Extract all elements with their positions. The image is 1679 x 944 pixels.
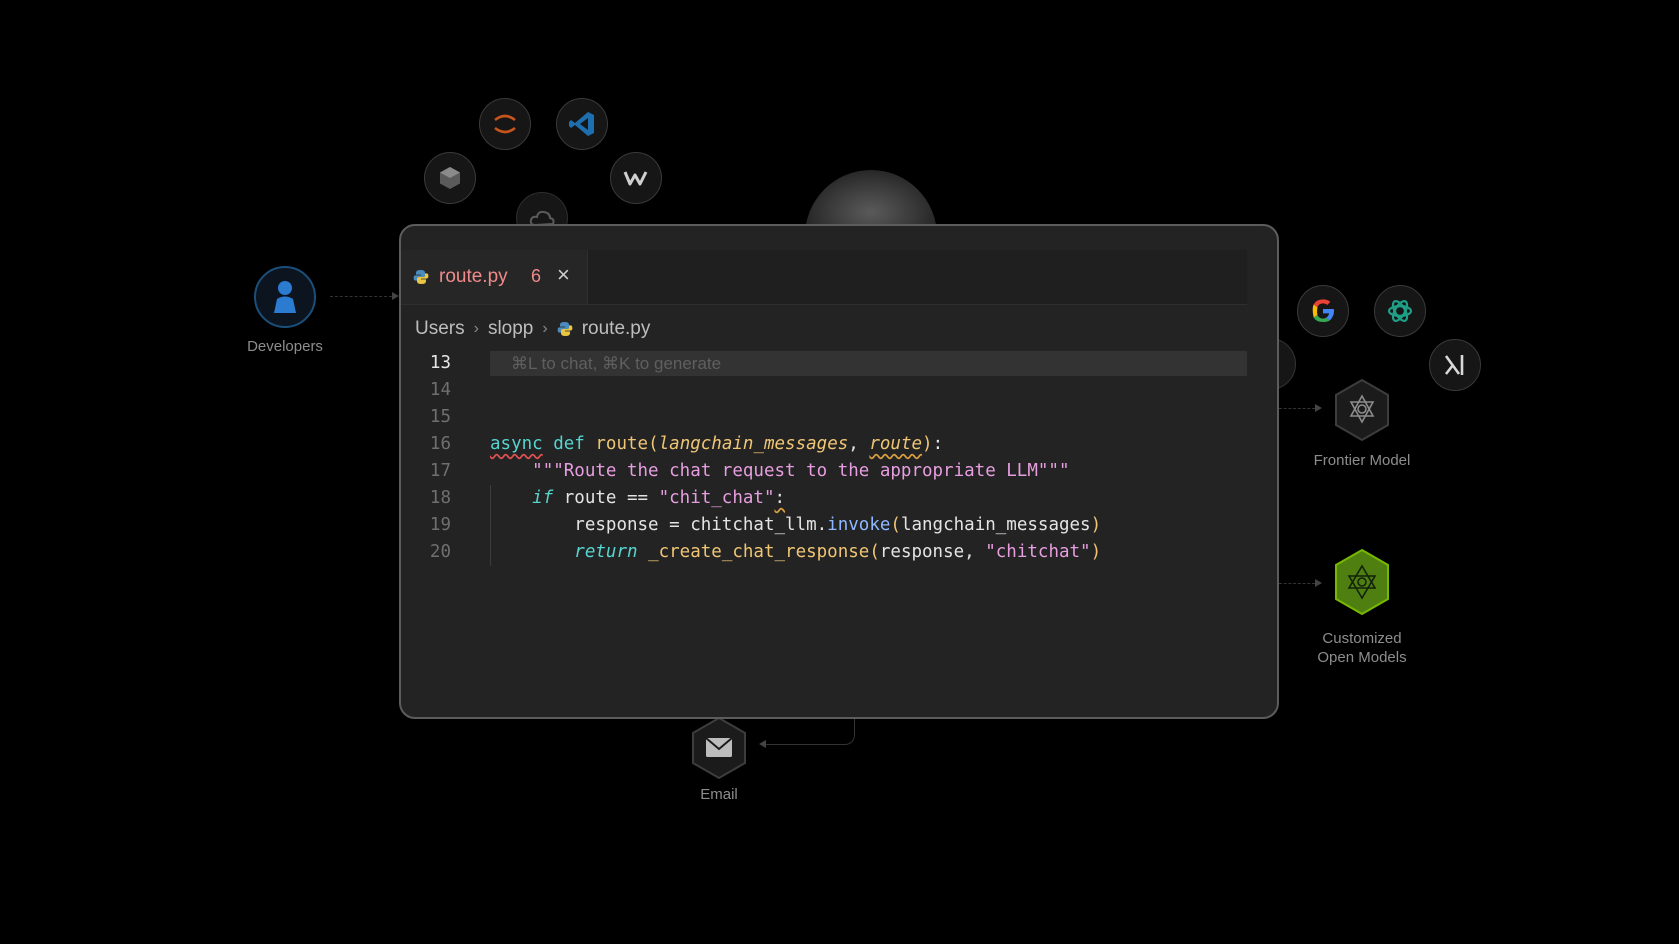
paren-close: ) — [922, 434, 933, 454]
param-separator: , — [848, 434, 870, 454]
code-area[interactable]: 13 ⌘L to chat, ⌘K to generate 14 15 16 a… — [401, 350, 1247, 590]
line-number: 18 — [429, 488, 451, 508]
openai-icon — [1374, 285, 1426, 337]
paren-open: ( — [648, 434, 659, 454]
line-number: 17 — [429, 461, 451, 481]
assignment: response = chitchat_llm. — [574, 515, 828, 535]
customized-open-models-icon — [1333, 548, 1391, 621]
paren-open: ( — [869, 542, 880, 562]
code-line-16: 16 async def route(langchain_messages, r… — [401, 431, 1247, 458]
code-line-13: 13 ⌘L to chat, ⌘K to generate — [401, 350, 1247, 377]
cursor-cube-icon — [424, 152, 476, 204]
line-number: 15 — [429, 407, 451, 427]
tab-close-icon[interactable]: × — [557, 264, 570, 286]
function-name: route — [595, 434, 649, 454]
developers-connector — [330, 296, 392, 297]
colon: : — [774, 488, 786, 508]
google-icon — [1297, 285, 1349, 337]
customized-open-models-label: Customized Open Models — [1292, 629, 1432, 667]
tab-problem-count-badge: 6 — [531, 266, 542, 286]
keyword-return: return — [574, 542, 638, 562]
keyword-if: if — [532, 488, 554, 508]
paren-close: ) — [1090, 542, 1102, 562]
code-line-20: 20 return _create_chat_response(response… — [401, 539, 1247, 566]
ai-prompt-hint[interactable]: ⌘L to chat, ⌘K to generate — [490, 351, 1247, 376]
param-langchain-messages: langchain_messages — [658, 434, 849, 454]
customized-connector — [1279, 583, 1315, 584]
tab-filename: route.py — [439, 266, 508, 287]
code-text: response = chitchat_llm.invoke(langchain… — [490, 512, 1101, 539]
editor-tab-bar: route.py 6 × — [401, 250, 1247, 305]
code-text: """Route the chat request to the appropr… — [490, 458, 1070, 485]
breadcrumb: Users › slopp › route.py — [415, 316, 650, 342]
line-number: 14 — [429, 380, 451, 400]
windsurf-icon — [610, 152, 662, 204]
customized-label-line-1: Customized — [1322, 630, 1402, 647]
line-number: 16 — [429, 434, 451, 454]
email-arrowhead — [759, 740, 766, 748]
frontier-connector — [1279, 408, 1315, 409]
frontier-arrowhead — [1315, 404, 1322, 412]
developers-icon — [254, 266, 316, 328]
paren-open: ( — [890, 515, 901, 535]
code-line-19: 19 response = chitchat_llm.invoke(langch… — [401, 512, 1247, 539]
code-editor-window: route.py 6 × Users › slopp › route.py 13… — [399, 224, 1279, 719]
breadcrumb-item-users[interactable]: Users — [415, 318, 465, 340]
code-line-17: 17 """Route the chat request to the appr… — [401, 458, 1247, 485]
code-line-18: 18 if route == "chit_chat": — [401, 485, 1247, 512]
breadcrumb-item-slopp[interactable]: slopp — [488, 318, 533, 340]
tab-route-py[interactable]: route.py 6 × — [401, 250, 588, 304]
param-route: route — [869, 434, 923, 454]
xai-icon — [1429, 339, 1481, 391]
email-icon — [690, 716, 748, 785]
code-text: return _create_chat_response(response, "… — [490, 539, 1101, 566]
python-file-icon — [413, 269, 429, 290]
vscode-icon — [556, 98, 608, 150]
condition: route == — [553, 488, 659, 508]
code-line-14: 14 — [401, 377, 1247, 404]
argument: response, — [879, 542, 986, 562]
chevron-right-icon: › — [542, 320, 548, 337]
developers-label: Developers — [247, 338, 323, 355]
line-number: 19 — [429, 515, 451, 535]
breadcrumb-item-route-py[interactable]: route.py — [582, 318, 651, 340]
colon: : — [932, 434, 944, 454]
python-file-icon — [557, 321, 573, 337]
frontier-model-icon — [1333, 378, 1391, 447]
method-invoke: invoke — [827, 515, 891, 535]
argument: langchain_messages — [900, 515, 1091, 535]
email-label: Email — [700, 786, 738, 803]
line-number: 20 — [429, 542, 451, 562]
code-text: async def route(langchain_messages, rout… — [490, 431, 943, 458]
chevron-right-icon: › — [473, 320, 479, 337]
docstring: """Route the chat request to the appropr… — [532, 461, 1070, 481]
paren-close: ) — [1090, 515, 1102, 535]
developers-arrowhead — [392, 292, 399, 300]
email-return-connector — [766, 719, 855, 745]
string-literal: "chit_chat" — [658, 488, 775, 508]
keyword-async: async — [490, 434, 543, 454]
line-number: 13 — [429, 353, 451, 373]
function-call: _create_chat_response — [648, 542, 870, 562]
code-line-15: 15 — [401, 404, 1247, 431]
customized-label-line-2: Open Models — [1317, 649, 1407, 666]
frontier-model-label: Frontier Model — [1313, 452, 1411, 469]
jupyter-icon — [479, 98, 531, 150]
code-text: if route == "chit_chat": — [490, 485, 785, 512]
string-literal: "chitchat" — [985, 542, 1091, 562]
customized-arrowhead — [1315, 579, 1322, 587]
keyword-def: def — [553, 434, 585, 454]
